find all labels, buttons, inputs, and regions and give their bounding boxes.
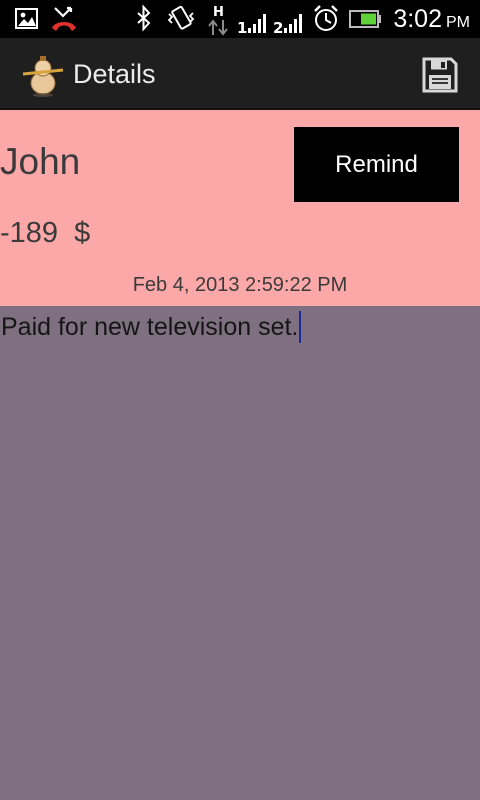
hspa-data-icon: H <box>208 5 228 36</box>
note-text-line: Paid for new television set. <box>1 311 302 343</box>
signal-1-icon: 1 <box>237 14 266 37</box>
amount-row: -189 $ <box>0 215 90 251</box>
person-name: John <box>0 141 81 182</box>
details-header: John Remind -189 $ Feb 4, 2013 2:59:22 P… <box>0 110 480 306</box>
svg-text:2: 2 <box>273 19 283 37</box>
note-text: Paid for new television set. <box>1 313 299 341</box>
currency-symbol: $ <box>74 217 91 249</box>
svg-text:1: 1 <box>237 19 247 37</box>
text-cursor <box>299 311 302 343</box>
signal-2-icon: 2 <box>273 14 302 37</box>
status-time-value: 3:02 <box>393 5 442 33</box>
image-icon <box>15 8 38 29</box>
bluetooth-icon <box>137 4 151 32</box>
note-field[interactable]: Paid for new television set. <box>0 306 480 800</box>
floppy-disk-icon <box>422 57 458 93</box>
vibrate-icon <box>167 5 195 30</box>
page-title: Details <box>73 59 156 89</box>
status-time: 3:02 PM <box>393 0 470 38</box>
battery-icon <box>349 10 381 28</box>
status-time-ampm: PM <box>446 14 470 31</box>
action-bar: Details <box>0 38 480 110</box>
status-bar: H 1 2 3:02 PM <box>0 0 480 38</box>
amount-value: -189 <box>0 217 59 249</box>
gourd-app-icon[interactable] <box>20 52 66 98</box>
remind-button[interactable]: Remind <box>294 127 459 202</box>
timestamp: Feb 4, 2013 2:59:22 PM <box>132 274 348 296</box>
missed-call-icon <box>52 6 76 31</box>
svg-text:H: H <box>213 5 224 20</box>
alarm-icon <box>314 5 338 31</box>
save-button[interactable] <box>416 52 464 98</box>
